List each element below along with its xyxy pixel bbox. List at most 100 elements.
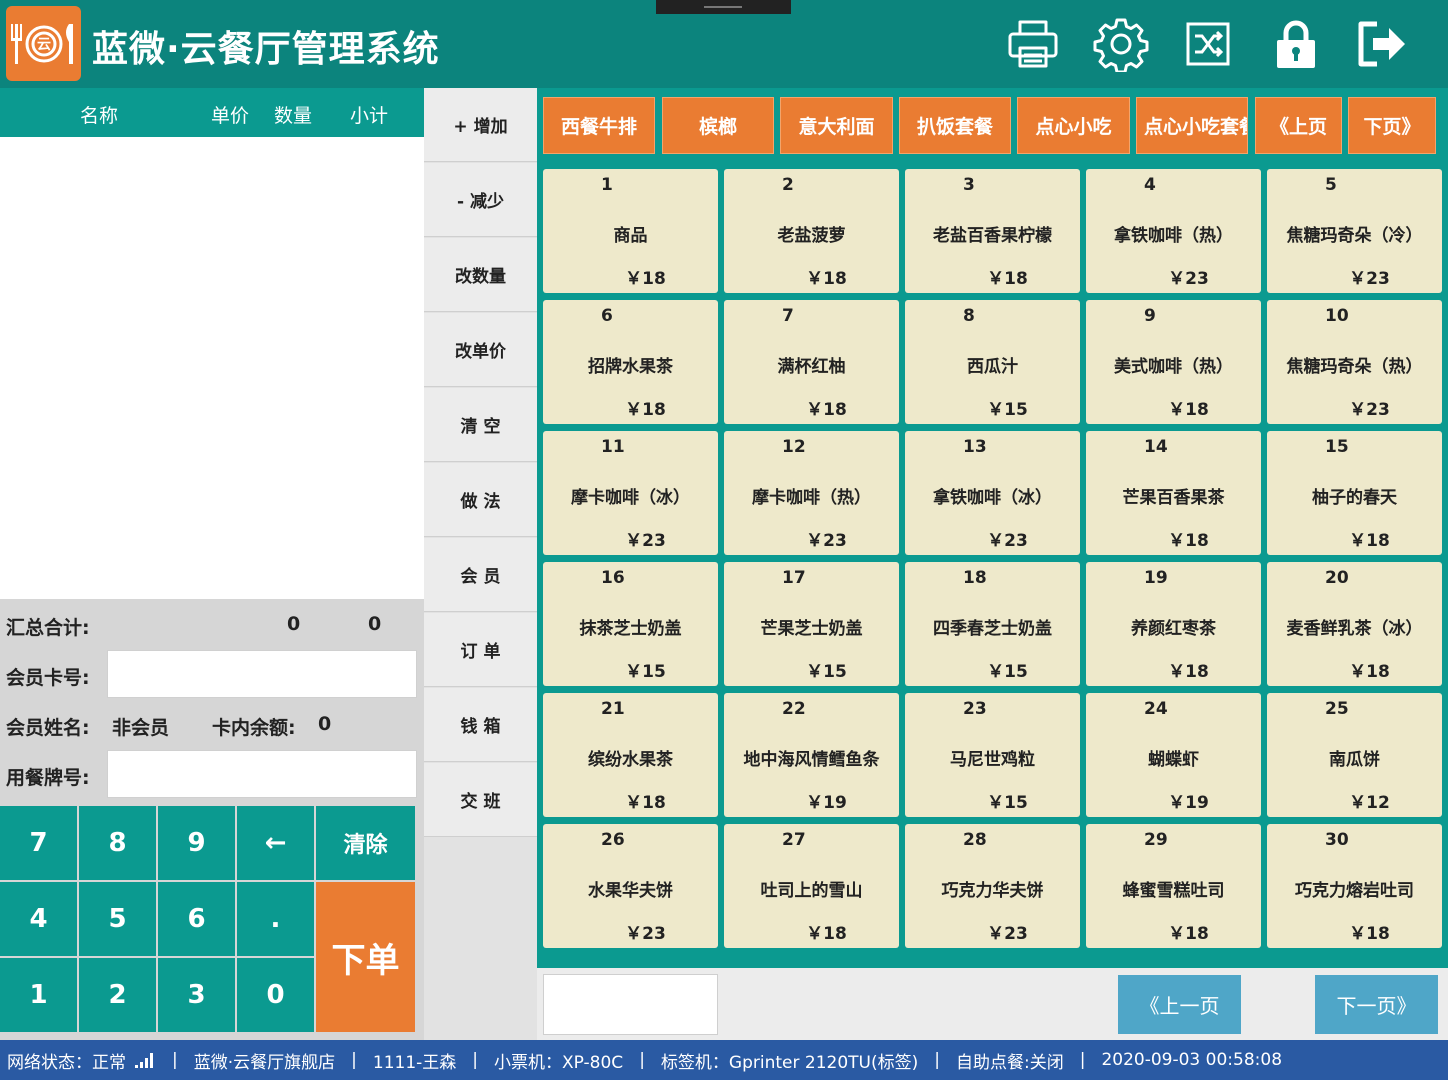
exit-button[interactable] — [1355, 16, 1411, 72]
lock-button[interactable] — [1268, 16, 1324, 72]
product-name: 摩卡咖啡（冰） — [571, 488, 690, 508]
prev-page-button[interactable]: 《上一页 — [1118, 975, 1241, 1034]
product-num: 14 — [1144, 437, 1168, 457]
product-tile[interactable]: 27 吐司上的雪山 ￥18 — [724, 824, 899, 948]
category-prev-page[interactable]: 《上页 — [1255, 97, 1342, 154]
key-7[interactable]: 7 — [0, 806, 77, 880]
product-tile[interactable]: 5 焦糖玛奇朵（冷） ￥23 — [1267, 169, 1442, 293]
category-tab-pasta[interactable]: 意大利面 — [780, 97, 893, 154]
label-printer-status: 标签机：Gprinter 2120TU(标签) — [660, 1052, 919, 1073]
clear-button[interactable]: 清除 — [316, 806, 415, 880]
settings-button[interactable] — [1093, 16, 1149, 72]
printer-button[interactable] — [1005, 16, 1061, 72]
product-name: 蝴蝶虾 — [1148, 750, 1199, 770]
product-tile[interactable]: 10 焦糖玛奇朵（热） ￥23 — [1267, 300, 1442, 424]
category-next-page[interactable]: 下页》 — [1348, 97, 1436, 154]
product-price: ￥23 — [1349, 269, 1390, 289]
product-name: 老盐百香果柠檬 — [933, 226, 1052, 246]
switch-button[interactable] — [1180, 16, 1236, 72]
key-6[interactable]: 6 — [158, 882, 235, 956]
product-price: ￥18 — [625, 269, 666, 289]
product-tile[interactable]: 19 养颜红枣茶 ￥18 — [1086, 562, 1261, 686]
action-member[interactable]: 会 员 — [424, 538, 537, 612]
product-num: 26 — [601, 830, 625, 850]
submit-order-button[interactable]: 下单 — [316, 882, 415, 1032]
product-price: ￥23 — [625, 531, 666, 551]
product-num: 3 — [963, 175, 975, 195]
category-tab-steak[interactable]: 西餐牛排 — [543, 97, 655, 154]
app-title: 蓝微·云餐厅管理系统 — [92, 29, 440, 70]
product-num: 13 — [963, 437, 987, 457]
category-tab-snacks[interactable]: 点心小吃 — [1017, 97, 1130, 154]
product-tile[interactable]: 26 水果华夫饼 ￥23 — [543, 824, 718, 948]
product-tile[interactable]: 11 摩卡咖啡（冰） ￥23 — [543, 431, 718, 555]
key-2[interactable]: 2 — [79, 958, 156, 1032]
action-method[interactable]: 做 法 — [424, 463, 537, 537]
product-num: 7 — [782, 306, 794, 326]
product-tile[interactable]: 7 满杯红柚 ￥18 — [724, 300, 899, 424]
product-num: 18 — [963, 568, 987, 588]
product-tile[interactable]: 24 蝴蝶虾 ￥19 — [1086, 693, 1261, 817]
product-tile[interactable]: 6 招牌水果茶 ￥18 — [543, 300, 718, 424]
product-tile[interactable]: 8 西瓜汁 ￥15 — [905, 300, 1080, 424]
category-tab-rice-set[interactable]: 扒饭套餐 — [899, 97, 1011, 154]
key-8[interactable]: 8 — [79, 806, 156, 880]
key-1[interactable]: 1 — [0, 958, 77, 1032]
col-subtotal: 小计 — [350, 105, 389, 127]
action-shift-change[interactable]: 交 班 — [424, 763, 537, 837]
key-4[interactable]: 4 — [0, 882, 77, 956]
action-decrease[interactable]: - 减少 — [424, 163, 537, 237]
product-tile[interactable]: 25 南瓜饼 ￥12 — [1267, 693, 1442, 817]
product-name: 马尼世鸡粒 — [950, 750, 1035, 770]
key-dot[interactable]: . — [237, 882, 314, 956]
order-list[interactable] — [0, 137, 424, 599]
action-cash-drawer[interactable]: 钱 箱 — [424, 688, 537, 762]
key-0[interactable]: 0 — [237, 958, 314, 1032]
product-tile[interactable]: 2 老盐菠萝 ￥18 — [724, 169, 899, 293]
product-tile[interactable]: 21 缤纷水果茶 ￥18 — [543, 693, 718, 817]
product-tile[interactable]: 22 地中海风情鳕鱼条 ￥19 — [724, 693, 899, 817]
page-input[interactable] — [543, 974, 718, 1035]
product-num: 4 — [1144, 175, 1156, 195]
key-3[interactable]: 3 — [158, 958, 235, 1032]
product-name: 焦糖玛奇朵（热） — [1286, 357, 1423, 377]
backspace-key[interactable]: ← — [237, 806, 314, 880]
product-num: 28 — [963, 830, 987, 850]
app-header: 云 蓝微·云餐厅管理系统 — [0, 0, 1448, 88]
action-change-price[interactable]: 改单价 — [424, 313, 537, 387]
product-tile[interactable]: 29 蜂蜜雪糕吐司 ￥18 — [1086, 824, 1261, 948]
product-tile[interactable]: 28 巧克力华夫饼 ￥23 — [905, 824, 1080, 948]
balance-label: 卡内余额: — [212, 717, 296, 739]
product-tile[interactable]: 14 芒果百香果茶 ￥18 — [1086, 431, 1261, 555]
product-name: 地中海风情鳕鱼条 — [743, 750, 880, 770]
product-tile[interactable]: 20 麦香鲜乳茶（冰） ￥18 — [1267, 562, 1442, 686]
product-tile[interactable]: 15 柚子的春天 ￥18 — [1267, 431, 1442, 555]
table-tag-input[interactable] — [107, 750, 417, 798]
product-tile[interactable]: 23 马尼世鸡粒 ￥15 — [905, 693, 1080, 817]
product-name: 摩卡咖啡（热） — [752, 488, 871, 508]
member-card-input[interactable] — [107, 650, 417, 698]
product-price: ￥23 — [625, 924, 666, 944]
product-tile[interactable]: 12 摩卡咖啡（热） ￥23 — [724, 431, 899, 555]
action-clear[interactable]: 清 空 — [424, 388, 537, 462]
product-tile[interactable]: 3 老盐百香果柠檬 ￥18 — [905, 169, 1080, 293]
product-name: 商品 — [613, 226, 648, 246]
product-tile[interactable]: 13 拿铁咖啡（冰） ￥23 — [905, 431, 1080, 555]
key-5[interactable]: 5 — [79, 882, 156, 956]
product-tile[interactable]: 4 拿铁咖啡（热） ￥23 — [1086, 169, 1261, 293]
key-9[interactable]: 9 — [158, 806, 235, 880]
action-increase[interactable]: + 增加 — [424, 88, 537, 162]
action-orders[interactable]: 订 单 — [424, 613, 537, 687]
product-tile[interactable]: 18 四季春芝士奶盖 ￥15 — [905, 562, 1080, 686]
category-tab-snack-set[interactable]: 点心小吃套餐 — [1136, 97, 1248, 154]
product-tile[interactable]: 9 美式咖啡（热） ￥18 — [1086, 300, 1261, 424]
product-tile[interactable]: 16 抹茶芝士奶盖 ￥15 — [543, 562, 718, 686]
next-page-button[interactable]: 下一页》 — [1315, 975, 1438, 1034]
product-tile[interactable]: 30 巧克力熔岩吐司 ￥18 — [1267, 824, 1442, 948]
product-tile[interactable]: 17 芒果芝士奶盖 ￥15 — [724, 562, 899, 686]
category-tab-betel[interactable]: 槟榔 — [662, 97, 774, 154]
product-tile[interactable]: 1 商品 ￥18 — [543, 169, 718, 293]
action-change-qty[interactable]: 改数量 — [424, 238, 537, 312]
window-drag-handle[interactable] — [656, 0, 791, 14]
product-price: ￥15 — [987, 400, 1028, 420]
